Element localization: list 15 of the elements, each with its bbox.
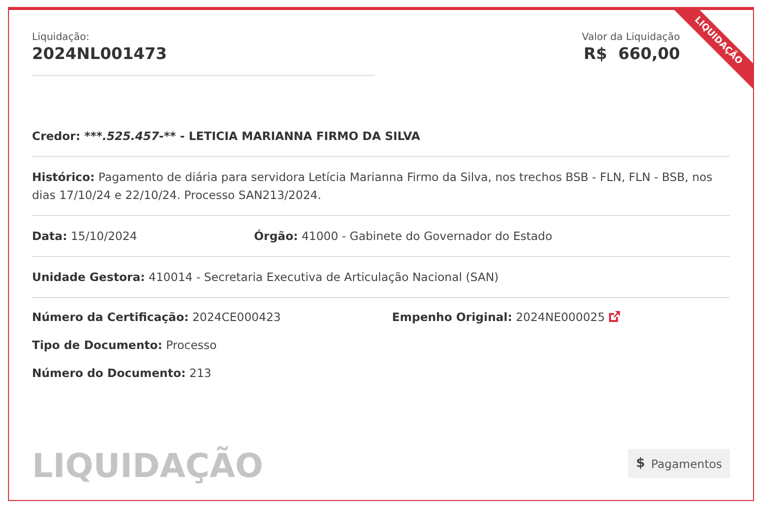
detail-text: Empenho Original: 2024NE000025 [392, 310, 605, 324]
liquidation-number: 2024NL001473 [32, 44, 168, 63]
field-label: Liquidação: [32, 32, 90, 43]
creditor-text: Credor: ***.525.457-** - LETICIA MARIANNA FIRMO DA SILVA [32, 129, 420, 143]
external-link-icon[interactable] [608, 311, 620, 322]
detail-text: Histórico: Pagamento de diária para servidora Letícia Marianna Firmo da Silva, nos trechos BSB - FLN, FLN - BSB, nos dias 17/10/24 e 22/10/24. Processo SAN213/2024. [32, 170, 712, 202]
field-label: Valor da Liquidação [582, 32, 680, 43]
detail-text: Número da Certificação: 2024CE000423 [32, 309, 282, 326]
detail-text: Órgão: 41000 - Gabinete do Governador do Estado [254, 228, 552, 245]
payments-button[interactable]: $ Pagamentos [628, 449, 730, 478]
detail-text: Tipo de Documento: Processo [32, 338, 217, 352]
detail-text: Número do Documento: 213 [32, 366, 212, 380]
detail-text: Unidade Gestora: 410014 - Secretaria Executiva de Articulação Nacional (SAN) [32, 270, 499, 284]
detail-text: Data: 15/10/2024 [32, 228, 138, 245]
liquidation-value: R$ 660,00 [582, 44, 680, 63]
